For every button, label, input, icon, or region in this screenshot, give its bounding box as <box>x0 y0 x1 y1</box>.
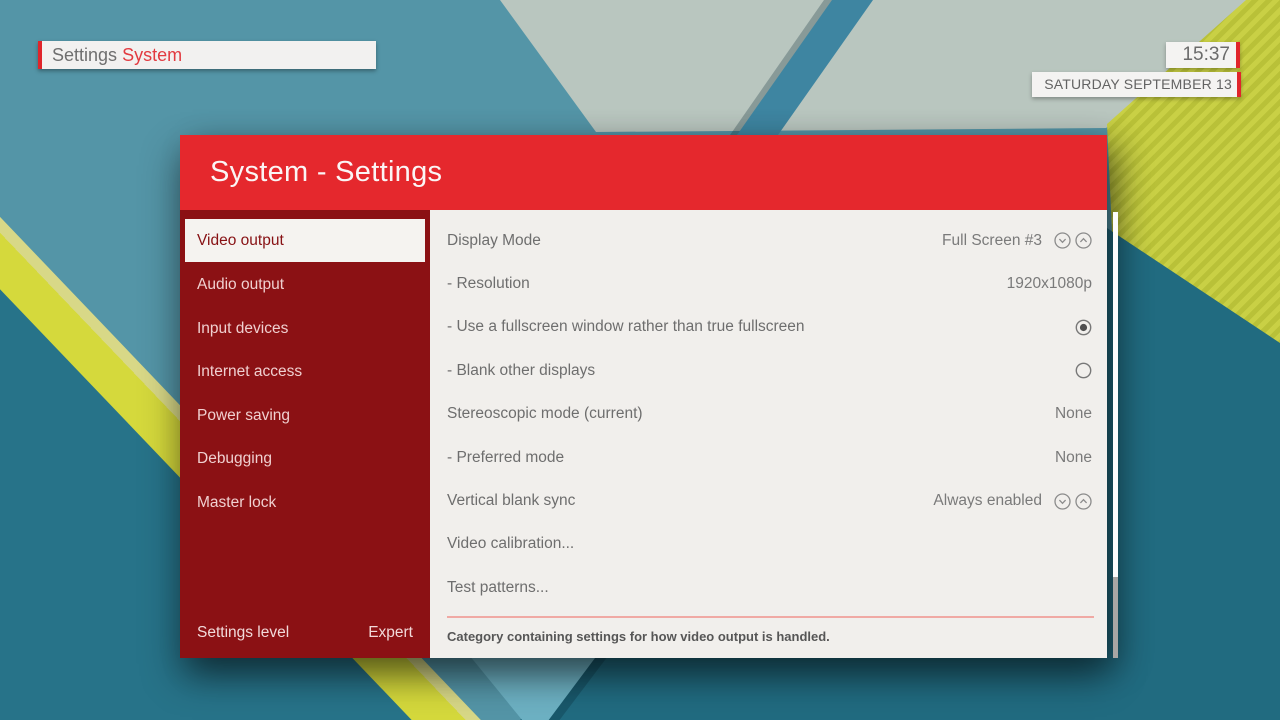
description-divider <box>447 616 1094 618</box>
settings-level-row[interactable]: Settings level Expert <box>197 624 413 644</box>
sidebar-item-input-devices[interactable]: Input devices <box>180 307 430 351</box>
chevron-down-circle-icon[interactable] <box>1054 232 1071 249</box>
setting-label: - Preferred mode <box>447 449 1055 467</box>
setting-value: None <box>1055 405 1092 423</box>
settings-dialog: System - Settings Video output Audio out… <box>180 135 1107 658</box>
panel-scrollbar[interactable] <box>1113 212 1118 658</box>
chevron-up-circle-icon[interactable] <box>1075 232 1092 249</box>
setting-label: Video calibration... <box>447 535 1092 553</box>
setting-row[interactable]: - Preferred mode None <box>430 436 1107 479</box>
sidebar-item-label: Video output <box>197 232 284 249</box>
dialog-header: System - Settings <box>180 135 1107 210</box>
radio-icon[interactable] <box>1075 319 1092 336</box>
sidebar-item-label: Debugging <box>197 450 272 467</box>
clock-time-label: 15:37 <box>1182 44 1230 65</box>
scrollbar-track[interactable] <box>1113 577 1118 658</box>
setting-row[interactable]: - Use a fullscreen window rather than tr… <box>430 306 1107 349</box>
chevron-down-circle-icon[interactable] <box>1054 493 1071 510</box>
dialog-title: System - Settings <box>210 135 442 210</box>
sidebar-item-audio-output[interactable]: Audio output <box>180 263 430 307</box>
setting-value: 1920x1080p <box>1007 275 1092 293</box>
sidebar-item-label: Input devices <box>197 320 288 337</box>
setting-label: Test patterns... <box>447 579 1092 597</box>
sidebar-item-debugging[interactable]: Debugging <box>180 437 430 481</box>
sidebar-item-label: Internet access <box>197 363 302 380</box>
setting-row[interactable]: - Resolution 1920x1080p <box>430 262 1107 305</box>
clock-date-label: SATURDAY SEPTEMBER 13 <box>1044 76 1232 92</box>
setting-label: - Resolution <box>447 275 1007 293</box>
breadcrumb-section: Settings <box>52 45 117 65</box>
clock-time: 15:37 <box>1166 42 1240 68</box>
setting-row[interactable]: Test patterns... <box>430 566 1107 609</box>
setting-row[interactable]: Video calibration... <box>430 523 1107 566</box>
radio-icon[interactable] <box>1075 362 1092 379</box>
breadcrumb-accent-bar <box>38 41 42 69</box>
breadcrumb-page: System <box>122 45 182 65</box>
sidebar-item-label: Master lock <box>197 494 276 511</box>
settings-level-label: Settings level <box>197 624 289 644</box>
clock-accent-bar <box>1236 42 1240 68</box>
setting-row[interactable]: - Blank other displays <box>430 349 1107 392</box>
sidebar-item-label: Audio output <box>197 276 284 293</box>
setting-label: - Use a fullscreen window rather than tr… <box>447 318 1063 336</box>
radio-control <box>1075 319 1092 336</box>
chevron-up-circle-icon[interactable] <box>1075 493 1092 510</box>
settings-panel: Display Mode Full Screen #3 - Resolution… <box>430 210 1107 658</box>
sidebar-item-internet-access[interactable]: Internet access <box>180 350 430 394</box>
category-sidebar: Video output Audio output Input devices … <box>180 210 430 658</box>
setting-value: Full Screen #3 <box>942 232 1042 250</box>
setting-label: Stereoscopic mode (current) <box>447 405 1055 423</box>
settings-level-value: Expert <box>368 624 413 644</box>
sidebar-item-label: Power saving <box>197 407 290 424</box>
category-description: Category containing settings for how vid… <box>447 629 1092 644</box>
setting-row[interactable]: Display Mode Full Screen #3 <box>430 219 1107 262</box>
sidebar-item-master-lock[interactable]: Master lock <box>180 481 430 525</box>
scrollbar-thumb[interactable] <box>1113 212 1118 577</box>
sidebar-item-video-output[interactable]: Video output <box>185 219 425 262</box>
breadcrumb: Settings System <box>38 41 376 69</box>
setting-label: Vertical blank sync <box>447 492 933 510</box>
category-list: Video output Audio output Input devices … <box>180 218 430 525</box>
clock-date: SATURDAY SEPTEMBER 13 <box>1032 72 1241 97</box>
settings-list: Display Mode Full Screen #3 - Resolution… <box>430 219 1107 610</box>
setting-row[interactable]: Vertical blank sync Always enabled <box>430 479 1107 522</box>
setting-label: - Blank other displays <box>447 362 1063 380</box>
kodi-system-settings-screen: Settings System 15:37 SATURDAY SEPTEMBER… <box>0 0 1280 720</box>
date-accent-bar <box>1237 72 1241 97</box>
setting-value: None <box>1055 449 1092 467</box>
sidebar-item-power-saving[interactable]: Power saving <box>180 394 430 438</box>
spinner-controls <box>1054 232 1092 249</box>
spinner-controls <box>1054 493 1092 510</box>
radio-control <box>1075 362 1092 379</box>
setting-row[interactable]: Stereoscopic mode (current) None <box>430 393 1107 436</box>
setting-value: Always enabled <box>933 492 1042 510</box>
setting-label: Display Mode <box>447 232 942 250</box>
